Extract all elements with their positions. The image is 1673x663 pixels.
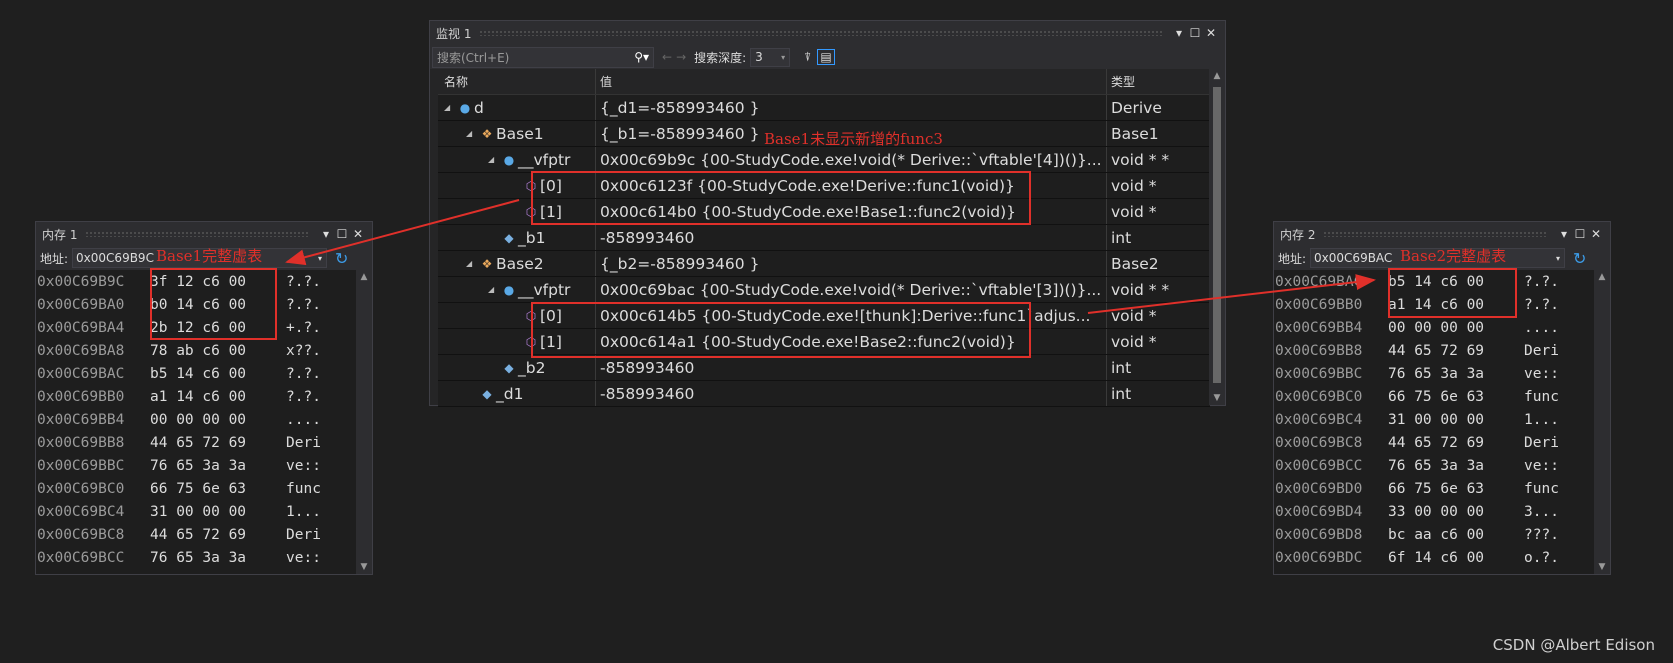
arrow-to-mem1 bbox=[285, 199, 520, 266]
arrow-to-mem2 bbox=[1087, 274, 1376, 314]
watermark: CSDN @Albert Edison bbox=[1492, 636, 1655, 654]
annotation-arrows bbox=[285, 199, 1376, 314]
